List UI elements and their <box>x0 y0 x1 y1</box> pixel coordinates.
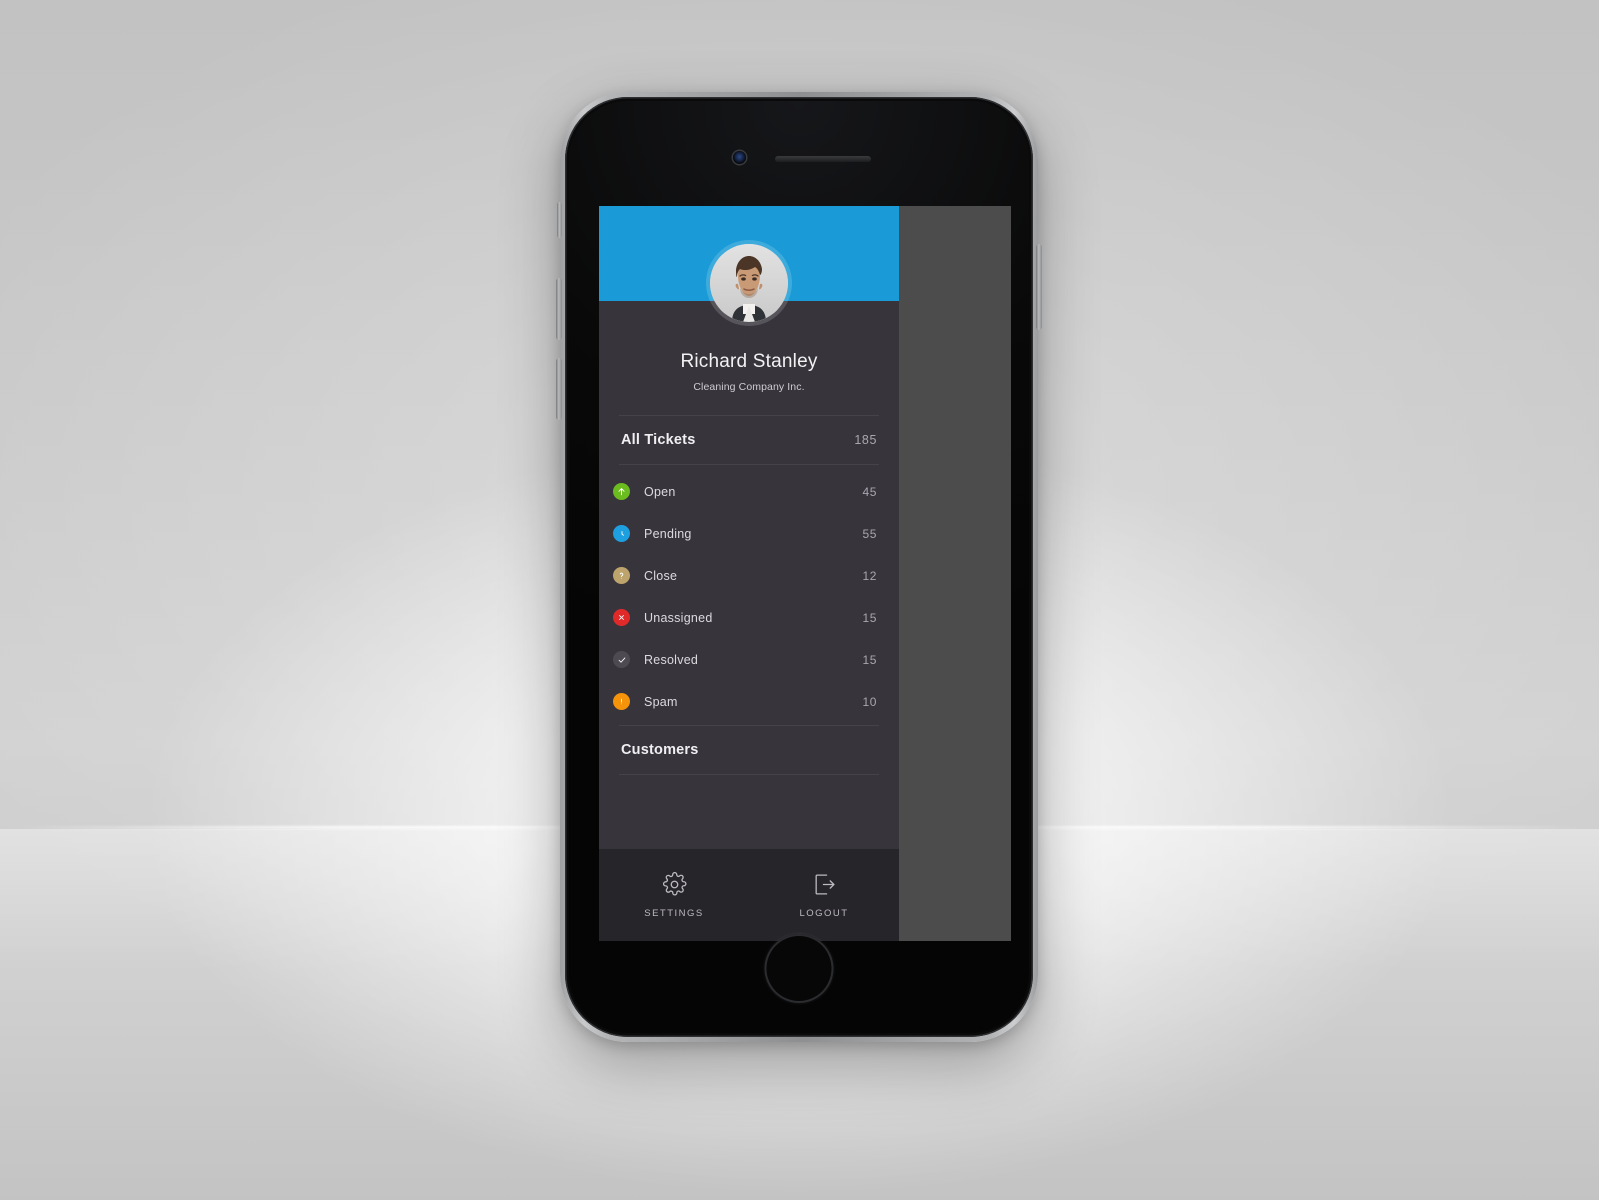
all-tickets-header[interactable]: All Tickets 185 <box>599 416 899 464</box>
clock-circle-icon <box>613 525 630 543</box>
ticket-row[interactable]: Resolved 15 <box>599 639 899 681</box>
customers-title: Customers <box>621 741 699 758</box>
all-tickets-title: All Tickets <box>621 431 696 448</box>
navigation-drawer: Richard Stanley Cleaning Company Inc. Al… <box>599 206 899 941</box>
all-tickets-count: 185 <box>854 432 877 447</box>
profile-name: Richard Stanley <box>680 351 818 372</box>
avatar[interactable] <box>710 244 788 322</box>
front-camera-icon <box>733 151 746 164</box>
ticket-label: Spam <box>644 694 678 709</box>
profile-spacer <box>599 393 899 415</box>
settings-label: SETTINGS <box>644 907 704 919</box>
question-circle-icon <box>613 567 630 585</box>
ticket-row[interactable]: Open 45 <box>599 471 899 513</box>
ticket-label: Open <box>644 484 676 499</box>
studio-backdrop: Richard Stanley Cleaning Company Inc. Al… <box>0 0 1599 1200</box>
power-button[interactable] <box>1036 244 1042 330</box>
logout-button[interactable]: LOGOUT <box>749 849 899 941</box>
ticket-count: 15 <box>862 652 877 667</box>
drawer-header-banner <box>599 206 899 322</box>
profile-company: Cleaning Company Inc. <box>693 380 805 393</box>
ticket-count: 12 <box>862 568 877 583</box>
ticket-count: 10 <box>862 694 877 709</box>
phone-device: Richard Stanley Cleaning Company Inc. Al… <box>556 92 1042 1042</box>
check-circle-icon <box>613 651 630 669</box>
ticket-count: 45 <box>862 484 877 499</box>
ticket-row[interactable]: Unassigned 15 <box>599 597 899 639</box>
drawer-empty-space <box>599 775 899 849</box>
x-circle-icon <box>613 609 630 627</box>
phone-screen: Richard Stanley Cleaning Company Inc. Al… <box>599 206 1011 941</box>
home-button[interactable] <box>764 934 834 1003</box>
ticket-row[interactable]: Close 12 <box>599 555 899 597</box>
ticket-row[interactable]: Pending 55 <box>599 513 899 555</box>
ticket-label: Close <box>644 568 678 583</box>
ticket-count: 15 <box>862 610 877 625</box>
logout-arrow-icon <box>812 872 837 897</box>
arrow-up-circle-icon <box>613 483 630 501</box>
phone-front-glass: Richard Stanley Cleaning Company Inc. Al… <box>569 101 1029 1033</box>
exclamation-circle-icon <box>613 693 630 711</box>
ticket-count: 55 <box>862 526 877 541</box>
ticket-label: Unassigned <box>644 610 713 625</box>
settings-button[interactable]: SETTINGS <box>599 849 749 941</box>
ticket-row[interactable]: Spam 10 <box>599 681 899 723</box>
earpiece-speaker-icon <box>775 156 871 162</box>
volume-up-button[interactable] <box>556 278 562 340</box>
ticket-label: Pending <box>644 526 692 541</box>
volume-down-button[interactable] <box>556 358 562 420</box>
ticket-status-list: Open 45 Pending 55 Close 12 Unassigned 15 Resolv… <box>599 465 899 725</box>
phone-body: Richard Stanley Cleaning Company Inc. Al… <box>565 97 1033 1037</box>
ticket-label: Resolved <box>644 652 699 667</box>
logout-label: LOGOUT <box>799 907 849 919</box>
gear-icon <box>662 871 687 897</box>
silent-switch-button[interactable] <box>557 202 562 238</box>
drawer-footer-bar: SETTINGS LOGOUT <box>599 849 899 941</box>
customers-header[interactable]: Customers <box>599 726 899 774</box>
